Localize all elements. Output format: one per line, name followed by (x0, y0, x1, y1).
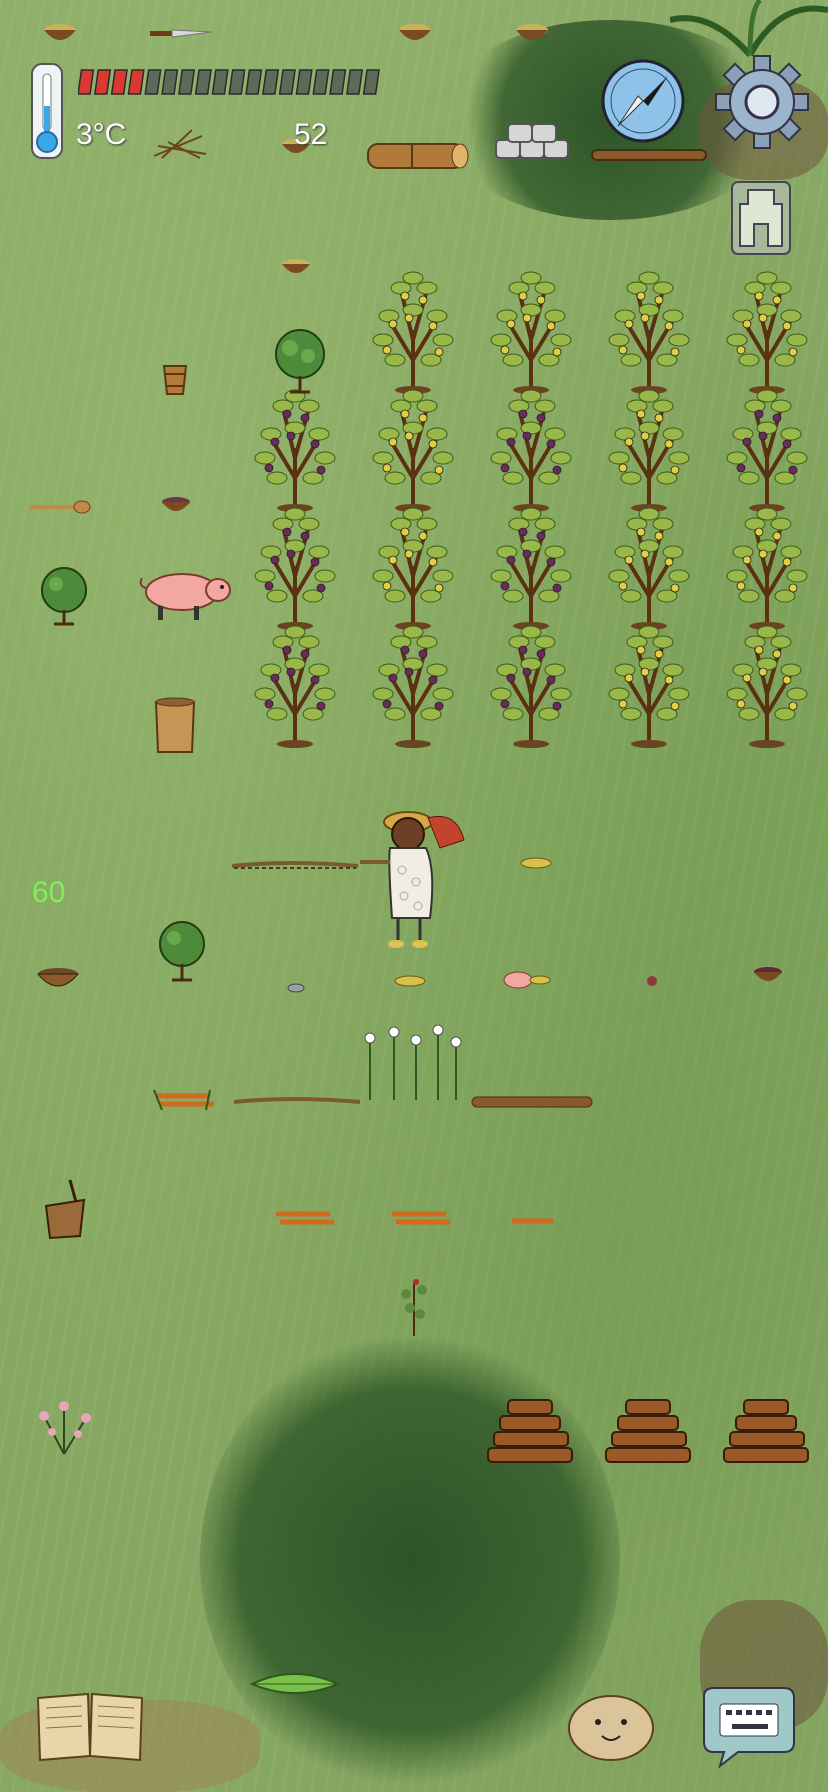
stone-pile-icon[interactable] (492, 118, 572, 164)
banana-plant-icon[interactable] (726, 507, 808, 630)
firewood-piles (487, 1399, 809, 1463)
hunger-segment-empty (295, 69, 313, 95)
gooseberry-bush-icon[interactable] (36, 562, 92, 632)
basket-icon[interactable] (750, 964, 786, 990)
basket-icon[interactable] (40, 20, 80, 44)
wooden-spoon-icon[interactable] (30, 500, 92, 514)
dirt-furrow-icon (233, 1097, 361, 1104)
corn-icon[interactable] (392, 974, 428, 988)
carrot-row-icon[interactable] (150, 1086, 220, 1114)
gooseberry-bush-icon[interactable] (270, 326, 330, 396)
hunger-segment-empty (144, 69, 162, 95)
berry-bush-icon[interactable] (254, 389, 336, 512)
hunger-segment-empty (362, 69, 380, 95)
banana-plant-icon[interactable] (608, 389, 690, 512)
banana-plant-icon[interactable] (726, 625, 808, 748)
basket-icon[interactable] (395, 20, 435, 44)
firewood-pile-icon[interactable] (723, 1399, 809, 1463)
banana-plant-icon[interactable] (490, 271, 572, 394)
family-tree-icon[interactable] (730, 180, 792, 256)
emote-face-icon[interactable] (566, 1690, 656, 1762)
basket-icon[interactable] (34, 964, 82, 994)
hunger-segment-empty (228, 69, 246, 95)
kindling-icon[interactable] (152, 126, 208, 160)
banana-plant-icon[interactable] (372, 389, 454, 512)
hunger-segment-empty (194, 69, 212, 95)
hunger-segment-empty (329, 69, 347, 95)
hunger-segment-filled (127, 69, 145, 95)
food-count: 52 (294, 118, 328, 151)
hunger-segment-filled (110, 69, 128, 95)
tree-stump-icon[interactable] (40, 1176, 90, 1246)
dirt-furrow-icon (231, 861, 359, 869)
hunger-segment-filled (78, 69, 95, 95)
banana-plant-icon[interactable] (608, 507, 690, 630)
banana-leaf-icon[interactable] (250, 1668, 340, 1700)
hunger-segment-empty (161, 69, 179, 95)
palm-tree-icon (670, 0, 828, 57)
keyboard-chat-icon[interactable] (698, 1686, 798, 1770)
hunger-segment-empty (211, 69, 229, 95)
hunger-segment-filled (94, 69, 112, 95)
age-indicator: 60 (32, 876, 66, 909)
book-icon[interactable] (34, 1688, 146, 1762)
log-icon[interactable] (360, 138, 470, 174)
hunger-segment-empty (278, 69, 296, 95)
player-character[interactable] (360, 800, 480, 960)
banana-plant-icon[interactable] (372, 507, 454, 630)
hunger-segment-empty (245, 69, 263, 95)
corn-icon[interactable] (518, 856, 554, 870)
berry-bush-icon[interactable] (726, 389, 808, 512)
wildflowers-icon[interactable] (356, 1020, 470, 1102)
banana-plant-icon[interactable] (608, 271, 690, 394)
berry-bush-icon[interactable] (254, 507, 336, 630)
thermometer-icon (31, 63, 63, 159)
hunger-bar (78, 69, 380, 95)
basket-icon[interactable] (158, 494, 194, 516)
banana-plant-icon[interactable] (608, 625, 690, 748)
clay-pot-icon[interactable] (152, 696, 198, 756)
long-log-icon[interactable] (590, 146, 710, 164)
firewood-pile-icon[interactable] (487, 1399, 573, 1463)
basket-icon[interactable] (512, 20, 552, 44)
piglet-icon[interactable] (500, 968, 552, 992)
knife-icon[interactable] (150, 26, 214, 40)
compass-icon[interactable] (598, 56, 688, 146)
berry-bush-icon[interactable] (490, 389, 572, 512)
carrot-icon[interactable] (506, 1214, 562, 1228)
banana-plant-icon[interactable] (726, 271, 808, 394)
carrot-row-icon[interactable] (386, 1204, 456, 1232)
banana-plant-icon[interactable] (372, 271, 454, 394)
sapling-icon[interactable] (394, 1274, 434, 1338)
berry-bush-icon[interactable] (254, 625, 336, 748)
pig-icon[interactable] (136, 566, 236, 622)
berry-bush-icon[interactable] (490, 625, 572, 748)
rose-bush-icon[interactable] (24, 1396, 104, 1456)
stone-icon[interactable] (286, 982, 306, 994)
temperature-label: 3°C (76, 118, 127, 151)
hunger-segment-empty (346, 69, 364, 95)
berry-bush-icon[interactable] (372, 625, 454, 748)
tilled-soil-icon[interactable] (470, 1094, 596, 1110)
hunger-segment-empty (312, 69, 330, 95)
firewood-pile-icon[interactable] (605, 1399, 691, 1463)
hunger-segment-empty (178, 69, 196, 95)
berry-bush-icon[interactable] (490, 507, 572, 630)
berry-icon[interactable] (644, 974, 660, 988)
gooseberry-bush-icon[interactable] (154, 918, 210, 988)
game-world[interactable]: 60 (0, 0, 828, 1792)
gear-icon[interactable] (714, 54, 810, 150)
hunger-segment-empty (262, 69, 280, 95)
carrot-row-icon[interactable] (270, 1204, 340, 1232)
wooden-bucket-icon[interactable] (160, 360, 190, 400)
